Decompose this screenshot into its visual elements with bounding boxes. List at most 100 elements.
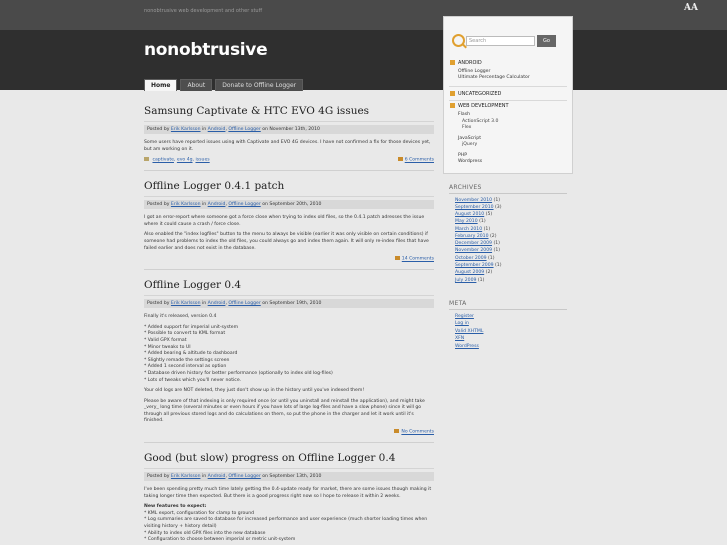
folder-icon — [450, 60, 455, 65]
archive-link[interactable]: December 2009 — [455, 241, 492, 246]
subcategory-link[interactable]: jQuery — [462, 142, 477, 147]
meta-link-register[interactable]: Register — [455, 314, 474, 319]
category-link[interactable]: Offline Logger — [228, 301, 260, 306]
category-web-development[interactable]: WEB DEVELOPMENT — [450, 103, 509, 109]
subcategory-link[interactable]: Wordpress — [458, 159, 482, 164]
archive-link[interactable]: September 2009 — [455, 263, 494, 268]
category-uncategorized[interactable]: UNCATEGORIZED — [450, 91, 501, 97]
archive-item: August 2010 (5) — [455, 212, 492, 217]
paragraph: Please be aware of that indexing is only… — [144, 398, 425, 424]
post-title[interactable]: Offline Logger 0.4.1 patch — [144, 179, 434, 198]
archive-link[interactable]: July 2009 — [455, 278, 476, 283]
feature-list: New features to expect: * KML export, co… — [144, 504, 434, 544]
search-input[interactable]: Search — [466, 36, 535, 46]
meta-link-wordpress[interactable]: WordPress — [455, 344, 479, 349]
archive-link[interactable]: September 2010 — [455, 205, 494, 210]
archive-link[interactable]: August 2010 — [455, 212, 484, 217]
category-android[interactable]: ANDROID — [450, 60, 482, 66]
folder-icon — [450, 103, 455, 108]
post-title[interactable]: Samsung Captivate & HTC EVO 4G issues — [144, 104, 434, 122]
tab-home[interactable]: Home — [144, 79, 178, 91]
archive-count: (1) — [479, 219, 486, 224]
list-item: * Minor tweaks to UI — [144, 344, 191, 350]
comments-link[interactable]: 6 Comments — [397, 157, 434, 163]
archive-count: (1) — [483, 227, 491, 232]
category-link[interactable]: Android — [208, 301, 226, 306]
category-link[interactable]: Android — [208, 127, 226, 132]
paragraph: Some users have reported issues using wi… — [144, 140, 431, 152]
comments-label: 6 Comments — [404, 157, 434, 163]
font-size-toggle[interactable]: AA — [684, 3, 698, 13]
archive-count: (1) — [493, 241, 500, 246]
category-link[interactable]: Offline Logger — [228, 202, 260, 207]
site-title[interactable]: nonobtrusive — [144, 40, 268, 60]
meta-text: on November 13th, 2010 — [262, 127, 320, 132]
archive-link[interactable]: November 2010 — [455, 198, 492, 203]
comment-icon — [394, 256, 400, 261]
post-title[interactable]: Offline Logger 0.4 — [144, 278, 434, 297]
archive-count: (1) — [493, 198, 501, 203]
post: Offline Logger 0.4.1 patch Posted by Eri… — [144, 179, 434, 271]
meta-text: Posted by — [147, 301, 170, 307]
header — [0, 30, 727, 90]
tag-link[interactable]: evo 4g — [177, 158, 193, 163]
archive-item: September 2010 (3) — [455, 205, 502, 210]
subcategory-link[interactable]: Flex — [462, 125, 471, 130]
subcategory-link[interactable]: JavaScript — [458, 136, 481, 141]
tab-donate[interactable]: Donate to Offline Logger — [215, 79, 304, 91]
meta-link-xhtml[interactable]: Valid XHTML — [455, 329, 483, 334]
meta-link-xfn[interactable]: XFN — [455, 336, 464, 341]
subcategory-link[interactable]: Flash — [458, 112, 470, 117]
comments-link[interactable]: No Comments — [394, 429, 434, 435]
meta-text: , — [225, 127, 227, 132]
archive-item: August 2009 (2) — [455, 270, 492, 275]
tab-about[interactable]: About — [180, 79, 213, 91]
comment-icon — [394, 429, 400, 434]
post-meta: Posted by Erik Karlsson in Android, Offl… — [144, 299, 434, 309]
meta-text: , — [225, 474, 227, 480]
post-title[interactable]: Good (but slow) progress on Offline Logg… — [144, 451, 434, 470]
meta-text: in — [202, 474, 207, 480]
archive-link[interactable]: March 2010 — [455, 227, 482, 232]
tag-link[interactable]: captivate — [152, 158, 174, 163]
meta-link-login[interactable]: Log in — [455, 321, 469, 326]
author-link[interactable]: Erik Karlsson — [171, 127, 201, 132]
category-link[interactable]: Android — [208, 202, 226, 207]
paragraph: Your old logs are NOT deleted, they just… — [144, 388, 365, 394]
post: Offline Logger 0.4 Posted by Erik Karlss… — [144, 278, 434, 444]
category-link[interactable]: Offline Logger — [228, 127, 260, 132]
archive-link[interactable]: February 2010 — [455, 234, 489, 239]
list-item: * Added support for imperial unit-system — [144, 324, 239, 330]
archive-item: October 2009 (1) — [455, 256, 495, 261]
subcategory-link[interactable]: Ultimate Percentage Calculator — [458, 75, 530, 80]
divider — [144, 170, 434, 172]
archive-item: November 2010 (1) — [455, 198, 500, 203]
author-link[interactable]: Erik Karlsson — [171, 474, 201, 479]
author-link[interactable]: Erik Karlsson — [171, 301, 201, 306]
search-button[interactable]: Go — [537, 35, 556, 47]
subcategory-link[interactable]: ActionScript 3.0 — [462, 119, 498, 124]
archive-link[interactable]: May 2010 — [455, 219, 478, 224]
category-link[interactable]: Offline Logger — [228, 474, 260, 479]
archive-link[interactable]: August 2009 — [455, 270, 484, 275]
paragraph: Also enabled the "index logfiles" button… — [144, 232, 429, 251]
site-tagline: nonobtrusive web development and other s… — [144, 8, 263, 14]
subcategory-link[interactable]: PHP — [458, 153, 467, 158]
comments-link[interactable]: 14 Comments — [394, 256, 434, 262]
subcategory-link[interactable]: Offline Logger — [458, 69, 490, 74]
list-item: * Database driven history for better per… — [144, 370, 333, 376]
nav-tabs: Home About Donate to Offline Logger — [144, 79, 304, 91]
author-link[interactable]: Erik Karlsson — [171, 202, 201, 207]
archive-item: July 2009 (1) — [455, 278, 484, 283]
post-meta: Posted by Erik Karlsson in Android, Offl… — [144, 200, 434, 210]
post-footer: No Comments — [144, 429, 434, 438]
category-link[interactable]: Android — [208, 474, 226, 479]
archive-link[interactable]: November 2009 — [455, 248, 492, 253]
post-body: Some users have reported issues using wi… — [144, 140, 434, 153]
category-label: WEB DEVELOPMENT — [458, 103, 509, 109]
features-heading: New features to expect: — [144, 504, 207, 510]
divider — [449, 86, 567, 87]
tag-link[interactable]: issues — [195, 158, 209, 163]
post-footer: 14 Comments — [144, 256, 434, 265]
archive-link[interactable]: October 2009 — [455, 256, 487, 261]
